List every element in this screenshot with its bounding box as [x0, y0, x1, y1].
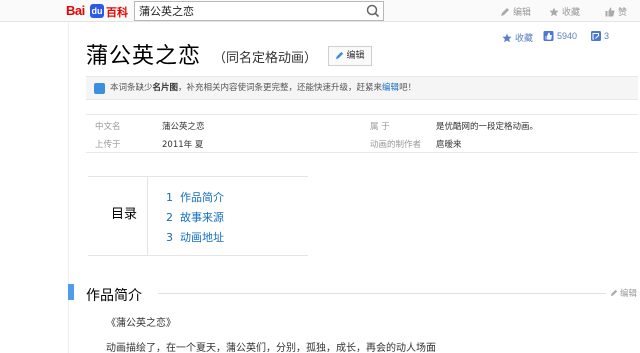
catalog-item-3-text: 动画地址: [180, 231, 224, 244]
info-key-creator: 动画的制作者: [370, 140, 422, 150]
star-icon: [549, 7, 559, 17]
share-icon: [591, 31, 601, 41]
top-collect-label: 收藏: [562, 8, 581, 18]
top-bar: Bai du 百科 编辑 收藏 赞: [0, 0, 640, 22]
catalog-item-2-num: 2: [166, 211, 173, 224]
catalog-item-1-num: 1: [166, 191, 173, 204]
info-key-uploaded: 上传于: [95, 140, 121, 150]
top-like-label: 赞: [618, 8, 628, 18]
section-edit-button[interactable]: 编辑: [610, 287, 637, 299]
left-guide-line: [68, 22, 69, 353]
notice-text-after: 吧！: [399, 83, 417, 93]
baidu-baike-logo[interactable]: Bai du 百科: [66, 3, 132, 19]
catalog-label: 目录: [111, 207, 138, 222]
section-edit-label: 编辑: [620, 289, 638, 299]
info-value-belongs: 是优酷网的一段定格动画。: [436, 122, 539, 132]
section-title: 作品简介: [86, 288, 142, 304]
like-count: 5940: [557, 31, 578, 41]
share-stat[interactable]: 3: [591, 31, 609, 41]
catalog-item-1[interactable]: 1 作品简介: [166, 189, 224, 205]
catalog-item-1-text: 作品简介: [180, 191, 224, 204]
star-icon: [502, 33, 512, 43]
logo-bai-text: Bai: [66, 3, 85, 18]
collect-stat[interactable]: 收藏: [502, 31, 533, 44]
catalog-item-2[interactable]: 2 故事来源: [166, 209, 224, 225]
search-input[interactable]: [135, 2, 363, 20]
info-value-uploaded: 2011年 夏: [162, 140, 204, 150]
notice-text-middle: ，补充相关内容使词条更完整，还能快速升级，赶紧来: [178, 83, 383, 93]
title-edit-button[interactable]: 编辑: [328, 46, 372, 66]
pencil-icon: [501, 8, 509, 16]
page-subtitle: （同名定格动画）: [213, 51, 318, 66]
section-paragraph-1: 《蒲公英之恋》: [106, 318, 176, 329]
notice-text-before: 本词条缺少: [110, 83, 153, 93]
top-edit-button[interactable]: 编辑: [500, 5, 531, 18]
notice-edit-link[interactable]: 编辑: [382, 83, 399, 93]
basic-info-bottom-border: [86, 152, 638, 153]
catalog-divider: [147, 177, 148, 255]
search-button[interactable]: [363, 2, 383, 20]
info-value-creator: 扈暧来: [436, 140, 462, 150]
like-stat[interactable]: 5940: [543, 31, 577, 41]
thumb-up-icon: [543, 31, 554, 41]
search-icon: [366, 4, 380, 18]
logo-du-text: du: [90, 4, 104, 18]
basic-info-top-border: [86, 114, 638, 115]
top-edit-label: 编辑: [513, 8, 532, 18]
share-count: 3: [604, 31, 610, 41]
pencil-icon: [610, 289, 618, 297]
catalog-item-3[interactable]: 3 动画地址: [166, 229, 224, 245]
title-edit-label: 编辑: [346, 51, 365, 61]
catalog: 目录 1 作品简介 2 故事来源 3 动画地址: [88, 176, 308, 256]
info-key-belongs: 属 于: [370, 122, 390, 132]
info-key-chinese-name: 中文名: [95, 122, 121, 132]
notice-missing-item: 名片图: [152, 83, 179, 93]
page-title: 蒲公英之恋: [86, 44, 202, 69]
pencil-icon: [94, 83, 105, 94]
section-divider: [158, 293, 606, 294]
thumb-up-icon: [605, 7, 615, 17]
catalog-item-3-num: 3: [166, 231, 173, 244]
pencil-icon: [336, 51, 344, 60]
info-value-chinese-name: 蒲公英之恋: [162, 122, 205, 132]
top-collect-button[interactable]: 收藏: [549, 5, 580, 18]
top-like-button[interactable]: 赞: [605, 5, 627, 18]
collect-stat-label: 收藏: [515, 33, 534, 43]
missing-image-notice: 本词条缺少名片图，补充相关内容使词条更完整，还能快速升级，赶紧来编辑吧！: [86, 76, 638, 100]
section-paragraph-2: 动画描绘了，在一个夏天，蒲公英们，分别，孤独，成长，再会的动人场面: [106, 343, 436, 353]
section-accent-bar: [68, 284, 74, 300]
logo-baike-text: 百科: [106, 6, 128, 19]
search-box: [134, 1, 384, 21]
catalog-item-2-text: 故事来源: [180, 211, 224, 224]
